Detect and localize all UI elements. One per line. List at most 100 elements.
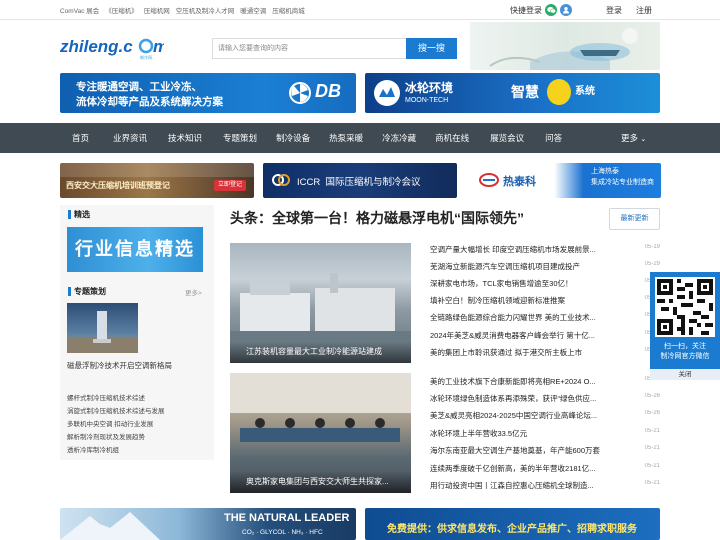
zhuanti-list-item[interactable]: 透析冷库制冷机组 — [67, 444, 165, 457]
banner-db-logo: DB — [315, 81, 341, 101]
news-item[interactable]: 用行动投资中国丨江森自控惠心压缩机全球制造... 05-21 — [430, 480, 662, 494]
news-item[interactable]: 海尔东南亚最大空调生产基地奠基，年产能600万套 05-21 — [430, 445, 662, 459]
banner-natural-text: THE NATURAL LEADER — [224, 512, 350, 524]
banner-moon-suffix: 系统 — [575, 86, 595, 97]
top-link-mall[interactable]: 压缩机商城 — [272, 5, 305, 15]
news-item[interactable]: 美的工业技术旗下合康新能即将亮相RE+2024 O...05-30 — [430, 376, 662, 390]
news-item[interactable]: 美芝&威灵亮相2024-2025中国空调行业高峰论坛... 05-26 — [430, 410, 662, 424]
news-item-title: 芜湖海立新能源汽车空调压缩机项目建成投产 — [430, 262, 580, 271]
zhuanti-list-item[interactable]: 涡旋式制冷压缩机技术综述与发展 — [67, 405, 165, 418]
zhuanti-list-item[interactable]: 解析制冷剂现状及发展趋势 — [67, 431, 165, 444]
news-item[interactable]: 美的集团上市聆讯获通过 拟于港交所主板上市05-22 — [430, 347, 662, 361]
banner-moon-graphic — [547, 79, 571, 105]
site-logo[interactable]: zhileng.c m 制冷网 — [59, 34, 168, 60]
nav-cold-storage[interactable]: 冷冻冷藏 — [382, 132, 435, 144]
news-item-title: 海尔东南亚最大空调生产基地奠基，年产能600万套 — [430, 446, 601, 455]
banner-xjtu-training[interactable]: 西安交大压缩机培训班预登记 立即登记 — [60, 163, 254, 198]
news-item-title: 深耕家电市场，TCL家电销售增逾至30亿！ — [430, 279, 573, 288]
top-link-compressor[interactable]: 压缩机网 — [144, 5, 170, 15]
news-item-date: 05-21 — [644, 428, 660, 434]
news-item-title: 用行动投资中国丨江森自控惠心压缩机全球制造... — [430, 481, 594, 490]
mountain-graphic — [60, 512, 160, 540]
header-ad-image[interactable] — [470, 22, 660, 70]
news-item-date: 05-19 — [644, 244, 660, 250]
nav-heatpump[interactable]: 热泵采暖 — [329, 132, 382, 144]
top-link-comvac[interactable]: ComVac 展会 — [60, 5, 99, 15]
quick-login: 快捷登录 — [510, 4, 572, 16]
news-list-bottom: 美的工业技术旗下合康新能即将亮相RE+2024 O...05-30 冰轮环境绿色… — [430, 375, 662, 495]
banner-rtk[interactable]: 热泰科 上海热泰 集成冷站专业制造商 — [467, 163, 661, 198]
moon-tech-logo-icon — [374, 80, 400, 106]
jingxuan-header: 精选 — [68, 209, 90, 220]
wechat-icon[interactable] — [545, 4, 557, 16]
nav-more[interactable]: 更多 ⌄ — [621, 132, 646, 144]
iccr-logo-icon — [272, 174, 290, 186]
user-icon[interactable] — [560, 4, 572, 16]
nav-news[interactable]: 业界资讯 — [113, 132, 168, 144]
news-item-title: 填补空白！制冷压缩机领域迎新标准推案 — [430, 296, 565, 305]
svg-text:m: m — [153, 37, 164, 56]
news-item-date: 05-21 — [644, 463, 660, 469]
news-item[interactable]: 深耕家电市场，TCL家电销售增逾至30亿！05-29 — [430, 278, 662, 292]
news-photo-2[interactable]: 奥克斯家电集团与西安交大师生共探家... — [230, 373, 411, 493]
qr-text-line-2: 制冷网官方微信 — [660, 353, 710, 360]
news-photo-1[interactable]: 江苏装机容量最大工业制冷能源站建成 — [230, 243, 411, 363]
wechat-qr-code — [655, 277, 715, 337]
zhuanti-image[interactable] — [67, 303, 138, 353]
news-item[interactable]: 空调产量大幅增长 印度空调压缩机市场发展前景... 05-19 — [430, 244, 662, 258]
banner-db-hvac[interactable]: 专注暖通空调、工业冷冻、 流体冷却等产品及系统解决方案 DB — [60, 73, 356, 113]
main-nav: 首页 业界资讯 技术知识 专题策划 制冷设备 热泵采暖 冷冻冷藏 商机在线 展览… — [60, 123, 575, 153]
news-item[interactable]: 冰轮环境绿色制造体系再添殊荣，获评“绿色供应... 05-26 — [430, 393, 662, 407]
top-link-magazine[interactable]: 《压缩机》 — [105, 5, 138, 15]
news-item[interactable]: 连续两季度破千亿创新高，美的半年营收2181亿... 05-21 — [430, 463, 662, 477]
nav-equipment[interactable]: 制冷设备 — [276, 132, 329, 144]
news-item[interactable]: 冰轮环境上半年营收33.5亿元 05-21 — [430, 428, 662, 442]
top-link-hvac[interactable]: 暖通空调 — [240, 5, 266, 15]
section-bar — [68, 210, 71, 220]
banner-iccr[interactable]: ICCR 国际压缩机与制冷会议 — [263, 163, 457, 198]
news-item[interactable]: 2024年美芝&威灵消费电器客户峰会举行 第十亿...05-23 — [430, 330, 662, 344]
chevron-down-icon: ⌄ — [640, 136, 647, 143]
news-item[interactable]: 填补空白！制冷压缩机领域迎新标准推案05-23 — [430, 295, 662, 309]
headline[interactable]: 头条：全球第一台！格力磁悬浮电机“国际领先” — [230, 208, 524, 228]
news-item-title: 连续两季度破千亿创新高，美的半年营收2181亿... — [430, 464, 596, 473]
top-link-talent[interactable]: 空压机及制冷人才网 — [176, 5, 235, 15]
news-item-title: 空调产量大幅增长 印度空调压缩机市场发展前景... — [430, 245, 596, 254]
news-item-title: 美的集团上市聆讯获通过 拟于港交所主板上市 — [430, 348, 583, 357]
nav-home[interactable]: 首页 — [60, 132, 113, 144]
zhuanti-caption[interactable]: 磁悬浮制冷技术开启空调新格局 — [67, 360, 172, 371]
banner-moon-slogan: 智慧 — [511, 84, 539, 100]
news-item-date: 05-29 — [644, 261, 660, 267]
news-item-title: 冰轮环境上半年营收33.5亿元 — [430, 429, 528, 438]
nav-tech[interactable]: 技术知识 — [168, 132, 223, 144]
zhuanti-title: 专题策划 — [74, 287, 106, 296]
search-button[interactable]: 搜一搜 — [406, 38, 457, 59]
banner-rtk-slogan-2: 集成冷站专业制造商 — [591, 179, 654, 186]
jingxuan-banner[interactable]: 行业信息精选 — [67, 227, 203, 272]
login-link[interactable]: 登录 — [606, 5, 622, 16]
news-item-title: 美芝&威灵亮相2024-2025中国空调行业高峰论坛... — [430, 411, 598, 420]
register-link[interactable]: 注册 — [636, 5, 652, 16]
search-input[interactable]: 请输入您要查询的内容 — [212, 38, 406, 59]
banner-natural-leader[interactable]: THE NATURAL LEADER CO₂ · GLYCOL · NH₃ · … — [60, 508, 356, 540]
news-item-date: 05-26 — [644, 410, 660, 416]
qr-close-button[interactable]: 关闭 — [650, 369, 720, 380]
zhuanti-more-link[interactable]: 更多> — [185, 287, 202, 297]
nav-qa[interactable]: 问答 — [545, 132, 575, 144]
banner-moon-tech[interactable]: 冰轮环境 MOON-TECH 智慧 系统 — [365, 73, 660, 113]
zhuanti-list-item[interactable]: 螺杆式制冷压缩机技术综述 — [67, 392, 165, 405]
news-item-title: 2024年美芝&威灵消费电器客户峰会举行 第十亿... — [430, 331, 596, 340]
banner-free-services[interactable]: 免费提供：供求信息发布、企业产品推广、招聘求职服务 — [365, 508, 660, 540]
nav-expo[interactable]: 展览会议 — [490, 132, 545, 144]
zhuanti-list-item[interactable]: 多联机中央空调 扣动行业发展 — [67, 418, 165, 431]
nav-business[interactable]: 商机在线 — [435, 132, 490, 144]
zhuanti-header: 专题策划 — [68, 286, 106, 297]
fan-icon — [289, 82, 311, 104]
latest-update-button[interactable]: 最新更新 — [609, 208, 660, 230]
news-item-date: 05-26 — [644, 393, 660, 399]
nav-topics[interactable]: 专题策划 — [223, 132, 276, 144]
news-item[interactable]: 芜湖海立新能源汽车空调压缩机项目建成投产 05-29 — [430, 261, 662, 275]
news-item[interactable]: 全链路绿色能源综合能力闪耀世界 美的工业技术...05-23 — [430, 312, 662, 326]
banner-xjtu-badge: 立即登记 — [214, 180, 247, 191]
banner-moon-name: 冰轮环境 — [405, 81, 454, 95]
